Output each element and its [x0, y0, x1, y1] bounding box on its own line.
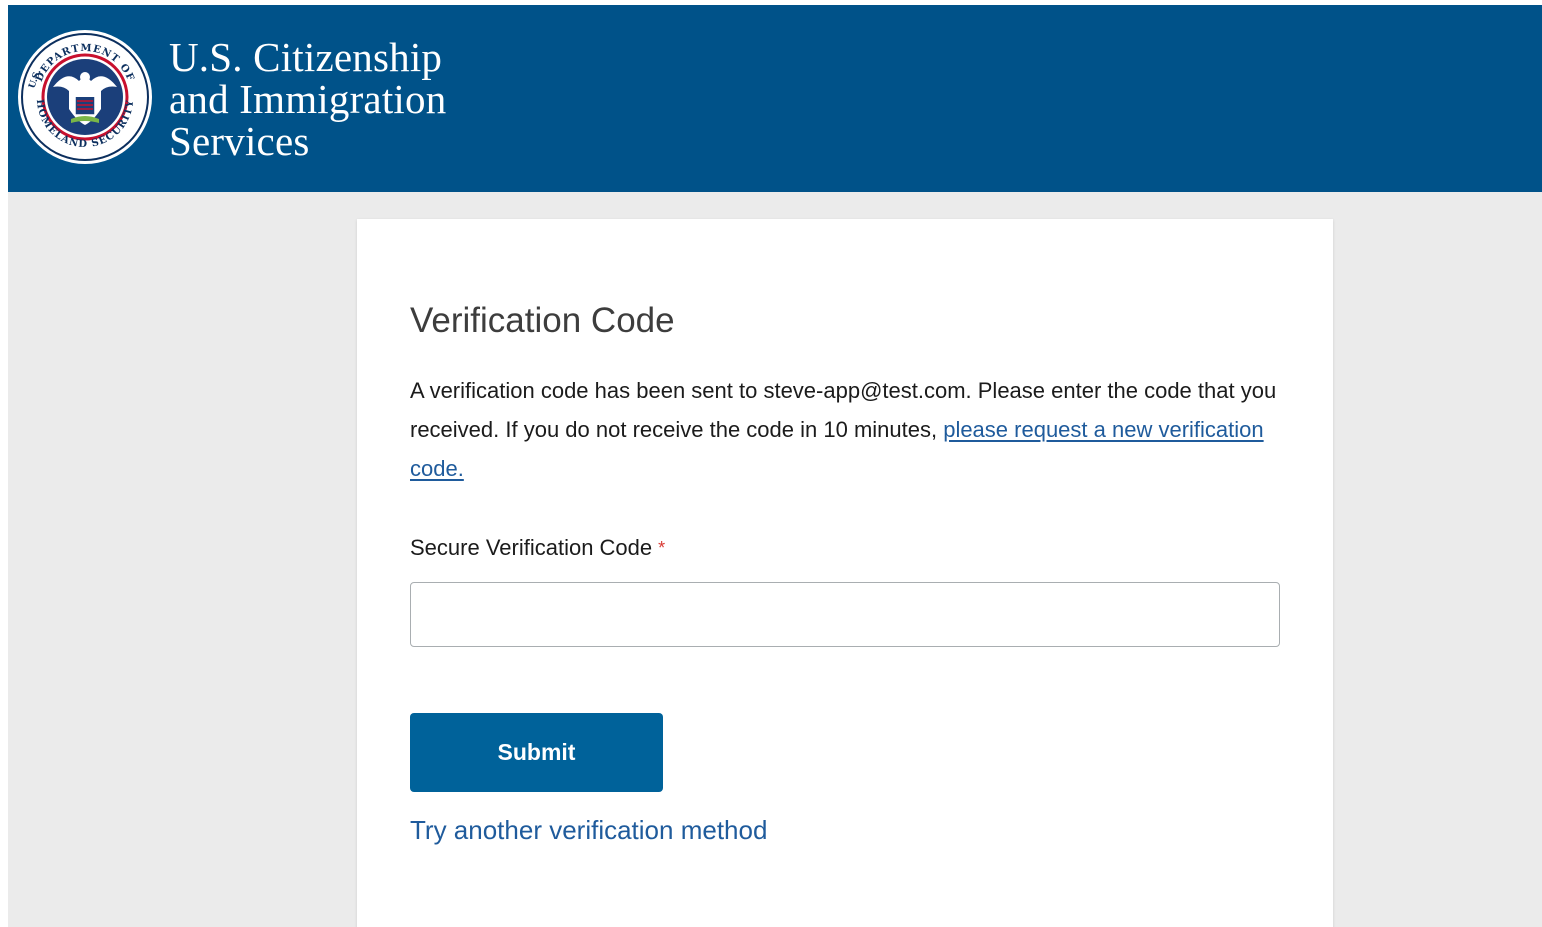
- page: DEPARTMENT OF HOMELAND SECURITY U.S. U.S…: [8, 5, 1542, 927]
- verification-code-input[interactable]: [410, 582, 1280, 647]
- field-label-text: Secure Verification Code: [410, 535, 653, 560]
- submit-button[interactable]: Submit: [410, 713, 663, 792]
- site-header: DEPARTMENT OF HOMELAND SECURITY U.S. U.S…: [8, 5, 1542, 192]
- required-marker: *: [658, 538, 666, 558]
- agency-title-line-3: Services: [169, 118, 310, 164]
- dhs-seal-icon: DEPARTMENT OF HOMELAND SECURITY U.S.: [18, 30, 152, 164]
- agency-title-line-1: U.S. Citizenship: [169, 34, 443, 80]
- try-another-method-link[interactable]: Try another verification method: [410, 814, 767, 846]
- verification-card: Verification Code A verification code ha…: [357, 219, 1333, 927]
- verification-code-label: Secure Verification Code *: [410, 534, 665, 562]
- page-title: Verification Code: [410, 301, 675, 340]
- agency-title: U.S. Citizenship and Immigration Service…: [169, 36, 446, 162]
- verification-instructions: A verification code has been sent to ste…: [410, 371, 1290, 488]
- agency-title-line-2: and Immigration: [169, 76, 447, 122]
